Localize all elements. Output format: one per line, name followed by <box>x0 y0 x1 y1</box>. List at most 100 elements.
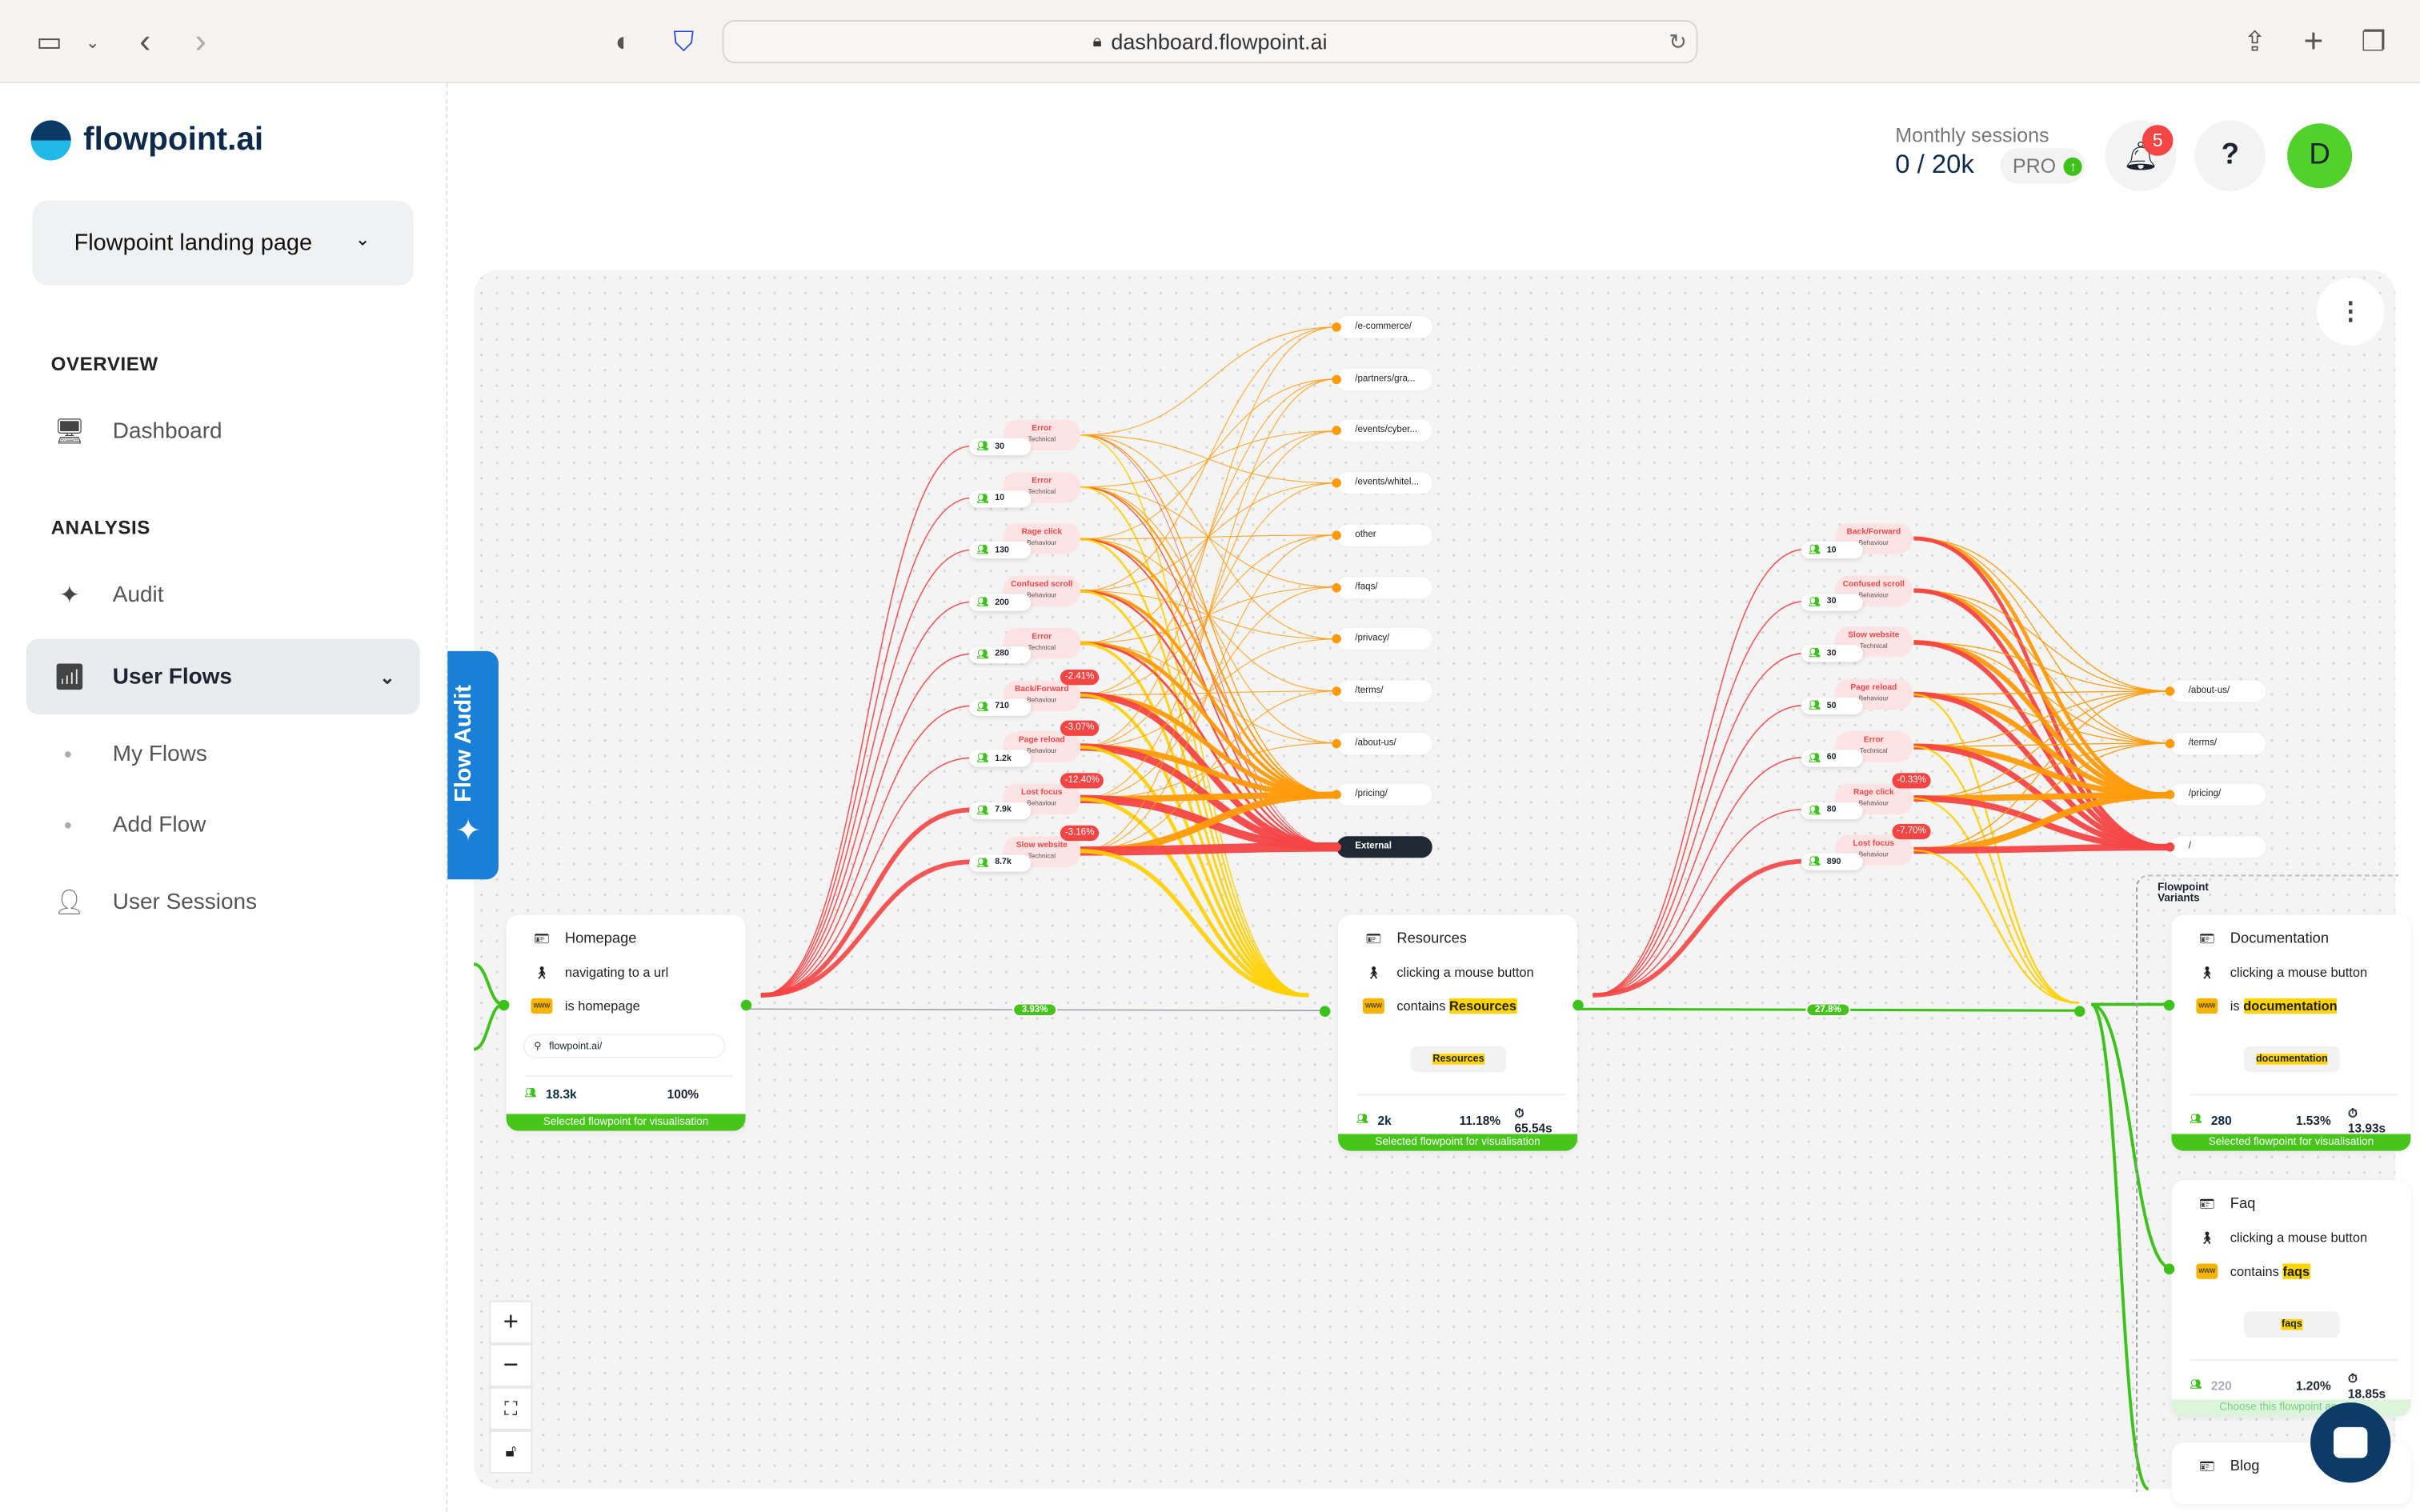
logo[interactable]: flowpoint.ai <box>30 120 263 161</box>
zoom-out-button[interactable]: − <box>489 1343 533 1387</box>
id-card-icon: 🪪︎ <box>2199 1459 2215 1474</box>
users-icon: 👥︎ <box>976 754 989 765</box>
url-node[interactable]: External <box>1332 836 1432 858</box>
pocket-icon[interactable]: ⛉ <box>665 23 702 60</box>
port-dot <box>2165 738 2175 748</box>
count-value: 130 <box>995 546 1009 556</box>
chevron-down-icon: ⌄ <box>379 666 395 688</box>
card-action: clicking a mouse button <box>2230 1230 2368 1246</box>
kebab-icon: ⋮ <box>2338 299 2363 326</box>
url-node[interactable]: /about-us/ <box>2165 680 2266 702</box>
address-bar[interactable]: 🔒︎ dashboard.flowpoint.ai ↻ <box>722 20 1698 64</box>
url-node[interactable]: /events/cyber... <box>1332 420 1432 442</box>
url-node[interactable]: /about-us/ <box>1332 732 1432 754</box>
port-dot[interactable] <box>1319 1006 1331 1017</box>
port-dot[interactable] <box>498 999 510 1011</box>
port-dot <box>1332 426 1341 436</box>
card-title-row: 🪪︎ Faq <box>2196 1196 2255 1213</box>
percent-value: 100% <box>667 1087 699 1102</box>
url-node[interactable]: /pricing/ <box>2165 784 2266 806</box>
chat-button[interactable] <box>2310 1402 2391 1483</box>
browser-toolbar: ▭ ⌄ ‹ › ◐ ⛉ 🔒︎ dashboard.flowpoint.ai ↻ … <box>0 0 2420 84</box>
url-label: /e-commerce/ <box>1355 322 1412 332</box>
project-select[interactable]: Flowpoint landing page ⌄ <box>32 200 414 286</box>
shield-icon[interactable]: ◐ <box>605 23 642 60</box>
url-label: /terms/ <box>2188 738 2218 748</box>
users-icon: 👥︎ <box>976 546 989 557</box>
sidebar-item-dashboard[interactable]: 🖥︎ Dashboard <box>26 394 420 469</box>
issue-user-count: 👥︎ 890 <box>1801 853 1863 871</box>
change-badge: -7.70% <box>1892 824 1931 840</box>
issue-user-count: 👥︎ 7.9k <box>969 802 1032 819</box>
sidebar-toggle-icon[interactable]: ▭ <box>31 23 68 60</box>
port-dot[interactable] <box>1573 999 1584 1011</box>
sidebar-item-user-sessions[interactable]: 👤︎ User Sessions <box>26 864 420 939</box>
port-dot[interactable] <box>2073 1006 2085 1017</box>
sidebar-item-audit[interactable]: ✦ Audit <box>26 557 420 632</box>
issue-name: Back/Forward <box>1015 684 1069 694</box>
forward-icon[interactable]: › <box>182 22 219 60</box>
flowpoint-card[interactable]: 🪪︎ Resources 🚶︎ clicking a mouse button www c… <box>1338 914 1577 1151</box>
port-dot[interactable] <box>2163 999 2175 1011</box>
url-label: /events/whitel... <box>1355 478 1420 488</box>
url-label: /events/cyber... <box>1355 426 1418 436</box>
sidebar-item-my-flows[interactable]: My Flows <box>26 716 420 791</box>
url-node[interactable]: /partners/gra... <box>1332 368 1432 390</box>
url-node[interactable]: /e-commerce/ <box>1332 316 1432 338</box>
condition-operator: is <box>2230 998 2240 1014</box>
issue-user-count: 👥︎ 10 <box>1801 541 1863 559</box>
plan-badge[interactable]: PRO ↑ <box>2000 148 2085 184</box>
fit-view-button[interactable]: ⛶ <box>489 1386 533 1430</box>
card-action-row: 🚶︎ clicking a mouse button <box>2196 964 2367 979</box>
url-node[interactable]: other <box>1332 524 1432 546</box>
timer-icon: ⏱︎ <box>2347 1371 2358 1386</box>
url-node[interactable]: /faqs/ <box>1332 576 1432 598</box>
port-dot <box>2165 686 2175 696</box>
card-footer-status[interactable]: Selected flowpoint for visualisation <box>2171 1134 2411 1151</box>
tabs-overview-icon[interactable]: ❐ <box>2355 23 2392 60</box>
chevron-down-icon[interactable]: ⌄ <box>74 23 111 60</box>
back-icon[interactable]: ‹ <box>126 22 163 60</box>
port-dot[interactable] <box>2163 1263 2175 1274</box>
lock-button[interactable]: 🔓︎ <box>489 1430 533 1474</box>
users-icon: 👥︎ <box>524 1089 537 1099</box>
url-node[interactable]: / <box>2165 836 2266 858</box>
issue-name: Error <box>1032 632 1052 642</box>
more-options-button[interactable]: ⋮ <box>2316 278 2385 346</box>
url-node[interactable]: /privacy/ <box>1332 628 1432 650</box>
port-dot <box>1332 478 1341 488</box>
flow-canvas[interactable] <box>474 270 2396 1490</box>
section-title-overview: OVERVIEW <box>50 353 158 375</box>
tag-value: documentation <box>2255 1054 2328 1065</box>
url-search-field[interactable]: ⚲ flowpoint.ai/ <box>523 1034 726 1058</box>
url-node[interactable]: /terms/ <box>2165 732 2266 754</box>
help-button[interactable]: ? <box>2194 120 2266 192</box>
navigate-icon: 🚶︎ <box>2199 965 2215 979</box>
url-node[interactable]: /events/whitel... <box>1332 472 1432 494</box>
flow-audit-tab[interactable]: Flow Audit ✦ <box>447 650 499 880</box>
section-title-analysis: ANALYSIS <box>50 517 150 539</box>
flowpoint-card[interactable]: 🪪︎ Faq 🚶︎ clicking a mouse button www contain… <box>2171 1180 2411 1417</box>
flow-audit-label: Flow Audit <box>451 685 477 802</box>
sidebar-item-add-flow[interactable]: Add Flow <box>26 787 420 862</box>
count-value: 30 <box>1826 649 1837 659</box>
url-node[interactable]: /pricing/ <box>1332 784 1432 806</box>
port-dot <box>1332 738 1341 748</box>
flowpoint-card[interactable]: 🪪︎ Homepage 🚶︎ navigating to a url www is hom… <box>506 914 746 1131</box>
port-dot <box>1332 582 1341 592</box>
port-dot[interactable] <box>740 999 752 1011</box>
url-label: /terms/ <box>1355 686 1384 696</box>
new-tab-icon[interactable]: + <box>2295 22 2332 60</box>
url-node[interactable]: /terms/ <box>1332 680 1432 702</box>
zoom-in-button[interactable]: + <box>489 1300 533 1344</box>
card-footer-status[interactable]: Selected flowpoint for visualisation <box>1338 1134 1577 1151</box>
tag-value: faqs <box>2282 1318 2302 1330</box>
share-icon[interactable]: ⇪ <box>2236 23 2273 60</box>
flowpoint-card[interactable]: 🪪︎ Documentation 🚶︎ clicking a mouse button… <box>2171 914 2411 1151</box>
sidebar-item-user-flows[interactable]: 📶︎ User Flows ⌄ <box>26 638 420 714</box>
card-stats: 👥︎ 2k 11.18% ⏱︎ 65.54s <box>1356 1094 1565 1135</box>
card-footer-status[interactable]: Selected flowpoint for visualisation <box>506 1114 746 1131</box>
card-condition-row: www contains Resources <box>1362 998 1517 1014</box>
avatar[interactable]: D <box>2287 123 2353 189</box>
reload-icon[interactable]: ↻ <box>1669 29 1687 55</box>
